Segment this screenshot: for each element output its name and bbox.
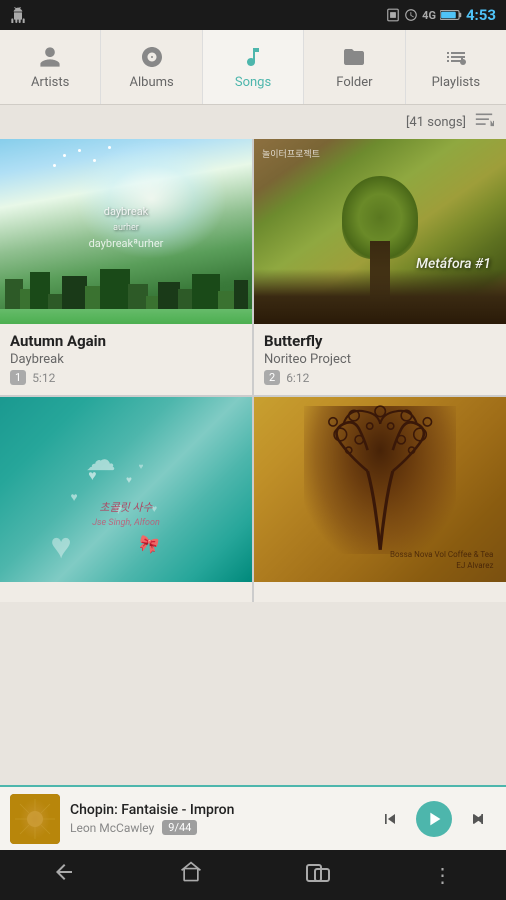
status-left-icons — [10, 7, 26, 23]
tab-playlists[interactable]: Playlists — [406, 30, 506, 104]
song-card-3[interactable]: ☁ ♥ ♥ ♥ ♥ ♥ ♥ 초콜릿 사수Jse Singh, Alfoon 🎀 … — [0, 397, 252, 602]
play-button[interactable] — [416, 801, 452, 837]
tab-artists-label: Artists — [31, 75, 69, 90]
recents-button[interactable] — [286, 855, 350, 896]
now-playing-bar[interactable]: Chopin: Fantaisie - Impron Leon McCawley… — [0, 785, 506, 850]
now-playing-controls — [372, 801, 496, 837]
song-duration-1: 5:12 — [32, 371, 55, 385]
tab-bar: Artists Albums Songs Folder Playlists — [0, 30, 506, 105]
now-playing-thumb — [10, 794, 60, 844]
disc-icon — [140, 45, 164, 69]
track-num-2: 2 — [264, 370, 280, 385]
song-card-4[interactable]: Bossa Nova Vol Coffee & TeaEJ Alvarez — [254, 397, 506, 602]
track-num-1: 1 — [10, 370, 26, 385]
tab-songs-label: Songs — [235, 75, 271, 90]
next-button[interactable] — [460, 801, 496, 837]
status-time: 4:53 — [466, 6, 496, 24]
status-right-area: 4G 4:53 — [386, 6, 496, 24]
tab-albums[interactable]: Albums — [101, 30, 202, 104]
status-bar: 4G 4:53 — [0, 0, 506, 30]
now-playing-title: Chopin: Fantaisie - Impron — [70, 802, 362, 818]
metaphora-text: Metáfora #1 — [416, 256, 491, 272]
bottom-navigation: ⋮ — [0, 850, 506, 900]
song-count: [41 songs] — [406, 115, 466, 130]
folder-icon — [342, 45, 366, 69]
song-info-1: Autumn Again Daybreak 1 5:12 — [0, 324, 252, 395]
song-artist-2: Noriteo Project — [264, 352, 496, 367]
now-playing-count: 9/44 — [162, 820, 197, 835]
list-icon — [444, 45, 468, 69]
song-grid: daybreakaurher Autu — [0, 139, 506, 602]
album-art-3: ☁ ♥ ♥ ♥ ♥ ♥ ♥ 초콜릿 사수Jse Singh, Alfoon 🎀 … — [0, 397, 252, 582]
tab-artists[interactable]: Artists — [0, 30, 101, 104]
now-playing-info: Chopin: Fantaisie - Impron Leon McCawley… — [70, 802, 362, 835]
song-title-2: Butterfly — [264, 332, 496, 350]
music-icon — [241, 45, 265, 69]
prev-button[interactable] — [372, 801, 408, 837]
home-button[interactable] — [159, 852, 223, 898]
korean-text-2: 놀이터프로젝트 — [262, 147, 320, 160]
now-playing-artist: Leon McCawley — [70, 821, 154, 835]
album-art-autumn: daybreakaurher — [0, 139, 252, 324]
song-info-3 — [0, 582, 252, 602]
alarm-icon — [404, 8, 418, 22]
song-meta-2: 2 6:12 — [264, 370, 496, 385]
network-indicator: 4G — [422, 9, 436, 22]
song-info-2: Butterfly Noriteo Project 2 6:12 — [254, 324, 506, 395]
tab-folder-label: Folder — [336, 75, 372, 90]
song-card-2[interactable]: 놀이터프로젝트 Metáfora #1 Butterfly Noriteo Pr… — [254, 139, 506, 395]
tab-folder[interactable]: Folder — [304, 30, 405, 104]
song-artist-1: Daybreak — [10, 352, 242, 367]
now-playing-artist-row: Leon McCawley 9/44 — [70, 820, 362, 835]
song-card-1[interactable]: daybreakaurher Autu — [0, 139, 252, 395]
tab-albums-label: Albums — [130, 75, 174, 90]
song-meta-1: 1 5:12 — [10, 370, 242, 385]
tab-songs[interactable]: Songs — [203, 30, 304, 104]
more-button[interactable]: ⋮ — [413, 855, 475, 895]
person-icon — [38, 45, 62, 69]
sim-icon — [386, 8, 400, 22]
song-info-4 — [254, 582, 506, 602]
album-art-4: Bossa Nova Vol Coffee & TeaEJ Alvarez — [254, 397, 506, 582]
back-button[interactable] — [32, 852, 96, 898]
battery-icon — [440, 9, 462, 21]
song-title-1: Autumn Again — [10, 332, 242, 350]
album-art-butterfly: 놀이터프로젝트 Metáfora #1 — [254, 139, 506, 324]
tab-playlists-label: Playlists — [432, 75, 480, 90]
android-icon — [10, 7, 26, 23]
sort-icon[interactable] — [474, 111, 494, 133]
song-duration-2: 6:12 — [286, 371, 309, 385]
song-count-bar: [41 songs] — [0, 105, 506, 139]
